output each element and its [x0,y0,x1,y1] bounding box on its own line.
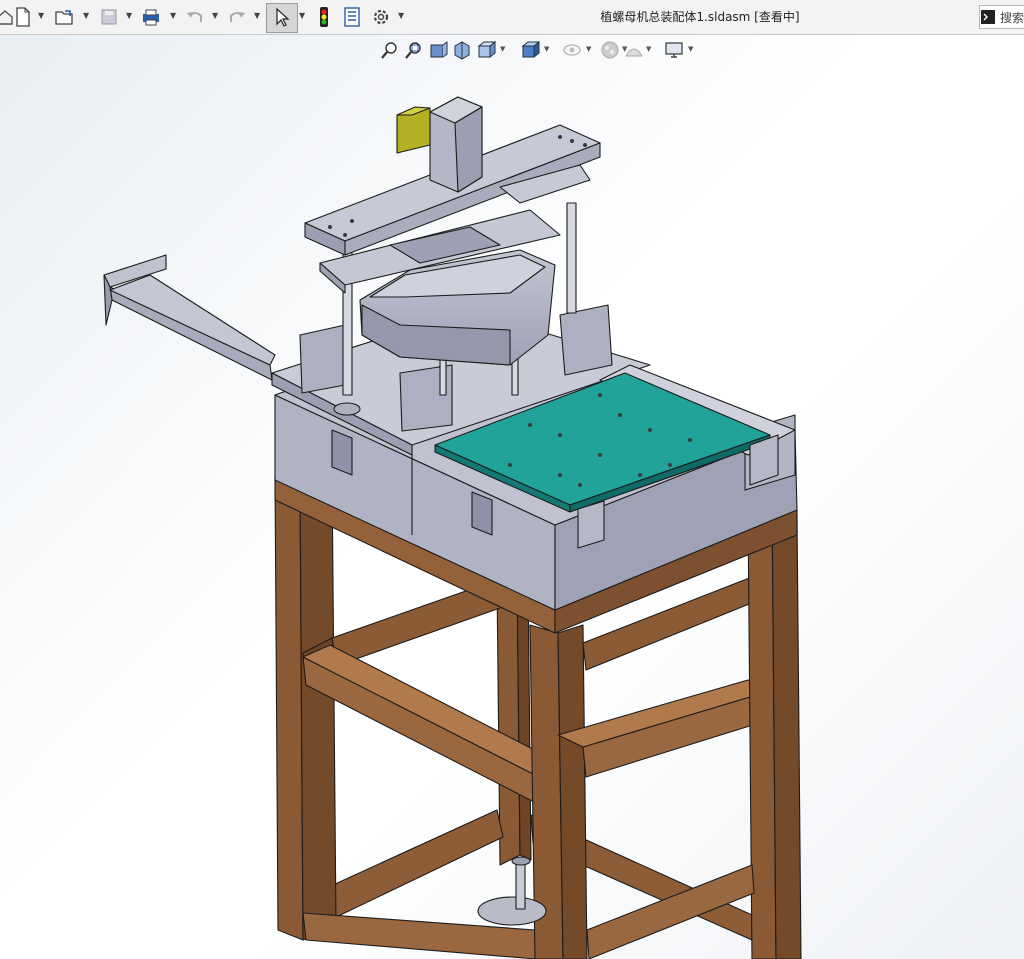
file-properties-icon[interactable] [341,6,363,28]
print-dropdown-arrow-icon[interactable]: ▼ [170,11,178,21]
save-icon[interactable] [98,6,120,28]
command-prompt-icon [981,10,995,24]
open-dropdown-arrow-icon[interactable]: ▼ [83,11,91,21]
save-dropdown-arrow-icon[interactable]: ▼ [126,11,134,21]
search-label: 搜索 [1000,10,1024,25]
graphics-viewport[interactable]: ▼ ▼ ▼ ▼ ▼ ▼ [0,35,1024,959]
select-button[interactable] [266,3,298,33]
options-dropdown-arrow-icon[interactable]: ▼ [398,11,406,21]
print-icon[interactable] [140,6,162,28]
open-icon[interactable] [54,6,76,28]
new-dropdown-arrow-icon[interactable]: ▼ [38,11,46,21]
assembly-model[interactable] [0,35,1024,959]
options-icon[interactable] [370,6,392,28]
redo-icon[interactable] [226,6,248,28]
search-box[interactable]: 搜索 [979,5,1024,29]
top-toolbar: ▼ ▼ ▼ ▼ ▼ ▼ ▼ ▼ 植螺母机总装配体1.sldasm [查看中] 搜… [0,0,1024,35]
rebuild-icon[interactable] [313,6,335,28]
side-arm [103,254,276,381]
redo-dropdown-arrow-icon[interactable]: ▼ [254,11,262,21]
document-title: 植螺母机总装配体1.sldasm [查看中] [600,10,800,24]
undo-icon[interactable] [184,6,206,28]
undo-dropdown-arrow-icon[interactable]: ▼ [212,11,220,21]
servo-motor [396,96,483,193]
select-dropdown-arrow-icon[interactable]: ▼ [299,11,307,21]
select-icon [276,7,290,27]
new-document-icon[interactable] [12,6,34,28]
